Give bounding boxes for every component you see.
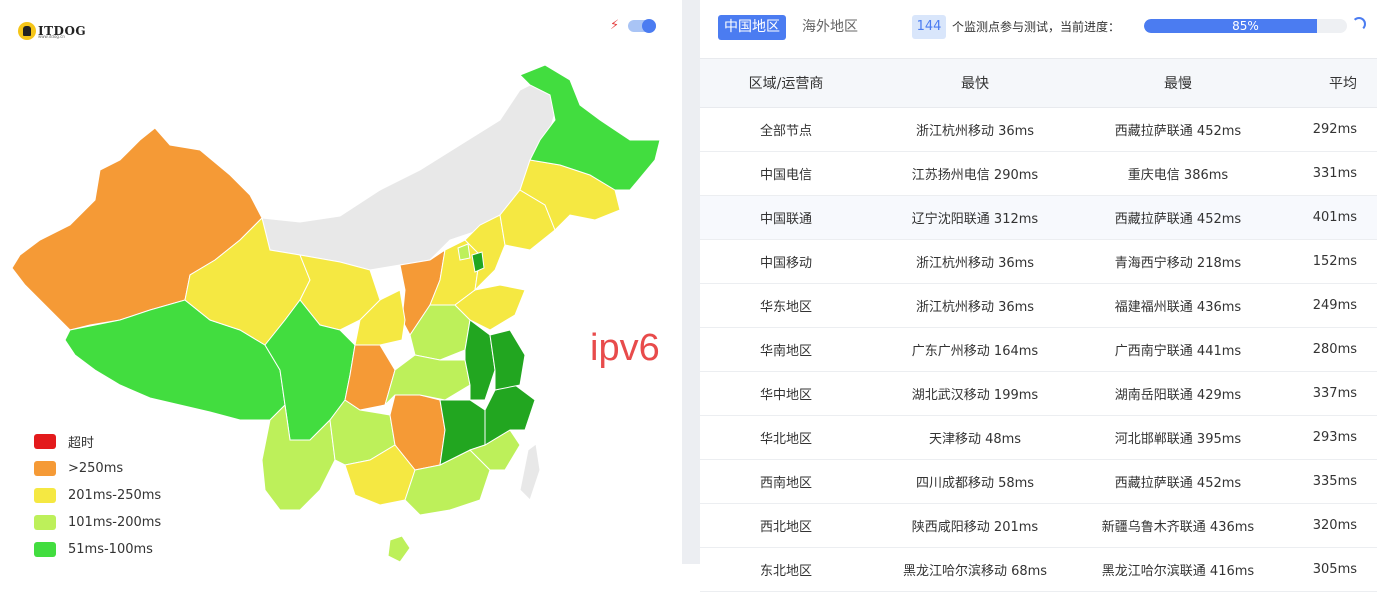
cell-region: 全部节点 — [700, 107, 872, 152]
table-row[interactable]: 西北地区 陕西咸阳移动 201ms 新疆乌鲁木齐联通 436ms 320ms — [700, 503, 1377, 548]
legend-label: >250ms — [68, 461, 124, 476]
cell-average: 152ms — [1278, 239, 1377, 284]
loading-spinner-icon — [1352, 17, 1366, 31]
tab-china[interactable]: 中国地区 — [718, 15, 786, 40]
cell-slowest: 西藏拉萨联通 452ms — [1078, 195, 1278, 240]
table-row[interactable]: 中国移动 浙江杭州移动 36ms 青海西宁移动 218ms 152ms — [700, 239, 1377, 284]
table-row[interactable]: 东北地区 黑龙江哈尔滨移动 68ms 黑龙江哈尔滨联通 416ms 305ms — [700, 547, 1377, 592]
cell-average: 293ms — [1278, 415, 1377, 460]
legend-swatch — [34, 434, 56, 449]
result-table: 区域/运营商 最快 最慢 平均 全部节点 浙江杭州移动 36ms 西藏拉萨联通 45… — [700, 58, 1377, 592]
table-row[interactable]: 中国联通 辽宁沈阳联通 312ms 西藏拉萨联通 452ms 401ms — [700, 195, 1377, 240]
map-region-anhui[interactable] — [464, 319, 496, 401]
cell-fastest: 浙江杭州移动 36ms — [872, 283, 1078, 328]
dog-logo-icon — [18, 22, 36, 40]
cell-slowest: 湖南岳阳联通 429ms — [1078, 371, 1278, 416]
cell-region: 中国电信 — [700, 151, 872, 196]
cell-region: 华东地区 — [700, 283, 872, 328]
cell-region: 西南地区 — [700, 459, 872, 504]
cell-average: 292ms — [1278, 107, 1377, 152]
cell-fastest: 黑龙江哈尔滨移动 68ms — [872, 547, 1078, 592]
map-region-taiwan[interactable] — [519, 443, 541, 501]
legend-swatch — [34, 515, 56, 530]
cell-region: 中国移动 — [700, 239, 872, 284]
table-row[interactable]: 中国电信 江苏扬州电信 290ms 重庆电信 386ms 331ms — [700, 151, 1377, 196]
legend-item-101-200: 101ms-200ms — [34, 509, 161, 536]
node-count-badge: 144 — [912, 15, 946, 39]
cell-average: 320ms — [1278, 503, 1377, 548]
cell-slowest: 河北邯郸联通 395ms — [1078, 415, 1278, 460]
cell-region: 华南地区 — [700, 327, 872, 372]
cell-slowest: 黑龙江哈尔滨联通 416ms — [1078, 547, 1278, 592]
legend-item-51-100: 51ms-100ms — [34, 536, 161, 563]
legend-label: 101ms-200ms — [68, 515, 162, 530]
table-row[interactable]: 华东地区 浙江杭州移动 36ms 福建福州联通 436ms 249ms — [700, 283, 1377, 328]
legend-item-201-250: 201ms-250ms — [34, 482, 161, 509]
cell-average: 335ms — [1278, 459, 1377, 504]
progress-description: 个监测点参与测试，当前进度： — [952, 20, 1121, 34]
toggle-knob[interactable] — [642, 19, 656, 33]
cell-slowest: 广西南宁联通 441ms — [1078, 327, 1278, 372]
cell-region: 中国联通 — [700, 195, 872, 240]
cell-slowest: 西藏拉萨联通 452ms — [1078, 459, 1278, 504]
cell-fastest: 陕西咸阳移动 201ms — [872, 503, 1078, 548]
cell-fastest: 江苏扬州电信 290ms — [872, 151, 1078, 196]
cell-average: 305ms — [1278, 547, 1377, 592]
tab-overseas[interactable]: 海外地区 — [796, 15, 864, 40]
cell-region: 西北地区 — [700, 503, 872, 548]
legend-item-timeout: 超时 — [34, 428, 161, 455]
mode-toggle[interactable] — [628, 19, 656, 33]
map-region-jiangsu[interactable] — [489, 329, 526, 391]
cell-fastest: 湖北武汉移动 199ms — [872, 371, 1078, 416]
legend-swatch — [34, 542, 56, 557]
column-header-average[interactable]: 平均 — [1278, 58, 1377, 108]
map-legend: 超时 >250ms 201ms-250ms 101ms-200ms 51ms-1… — [34, 428, 161, 563]
legend-label: 超时 — [68, 436, 95, 451]
cell-fastest: 广东广州移动 164ms — [872, 327, 1078, 372]
table-body: 全部节点 浙江杭州移动 36ms 西藏拉萨联通 452ms 292ms 中国电信 江苏扬州… — [700, 107, 1377, 592]
cell-fastest: 浙江杭州移动 36ms — [872, 239, 1078, 284]
cell-slowest: 福建福州联通 436ms — [1078, 283, 1278, 328]
legend-label: 201ms-250ms — [68, 488, 162, 503]
panel-divider — [682, 0, 700, 564]
lightning-icon: ⚡ — [610, 18, 620, 33]
progress-bar: 85% — [1144, 19, 1347, 33]
cell-average: 249ms — [1278, 283, 1377, 328]
cell-region: 华北地区 — [700, 415, 872, 460]
cell-slowest: 西藏拉萨联通 452ms — [1078, 107, 1278, 152]
cell-fastest: 浙江杭州移动 36ms — [872, 107, 1078, 152]
map-panel: ITDOG www.itdog.cn ⚡ ipv6 超时 >250ms 201m… — [0, 0, 682, 564]
logo-url: www.itdog.cn — [38, 34, 65, 39]
cell-fastest: 天津移动 48ms — [872, 415, 1078, 460]
progress-label: 85% — [1232, 19, 1259, 33]
cell-slowest: 重庆电信 386ms — [1078, 151, 1278, 196]
cell-average: 337ms — [1278, 371, 1377, 416]
table-row[interactable]: 华南地区 广东广州移动 164ms 广西南宁联通 441ms 280ms — [700, 327, 1377, 372]
cell-region: 华中地区 — [700, 371, 872, 416]
table-header-row: 区域/运营商 最快 最慢 平均 — [700, 58, 1377, 108]
legend-item-over-250: >250ms — [34, 455, 161, 482]
cell-average: 331ms — [1278, 151, 1377, 196]
cell-slowest: 青海西宁移动 218ms — [1078, 239, 1278, 284]
cell-fastest: 辽宁沈阳联通 312ms — [872, 195, 1078, 240]
cell-region: 东北地区 — [700, 547, 872, 592]
column-header-region[interactable]: 区域/运营商 — [700, 58, 872, 108]
region-tabs: 中国地区 海外地区 — [718, 15, 874, 40]
column-header-fastest[interactable]: 最快 — [872, 58, 1078, 108]
table-row[interactable]: 华中地区 湖北武汉移动 199ms 湖南岳阳联通 429ms 337ms — [700, 371, 1377, 416]
legend-swatch — [34, 461, 56, 476]
cell-fastest: 四川成都移动 58ms — [872, 459, 1078, 504]
cell-slowest: 新疆乌鲁木齐联通 436ms — [1078, 503, 1278, 548]
cell-average: 401ms — [1278, 195, 1377, 240]
legend-label: 51ms-100ms — [68, 542, 153, 557]
cell-average: 280ms — [1278, 327, 1377, 372]
results-panel: 中国地区 海外地区 144 个监测点参与测试，当前进度： 85% 区域/运营商 … — [700, 0, 1377, 592]
table-row[interactable]: 全部节点 浙江杭州移动 36ms 西藏拉萨联通 452ms 292ms — [700, 107, 1377, 152]
table-row[interactable]: 华北地区 天津移动 48ms 河北邯郸联通 395ms 293ms — [700, 415, 1377, 460]
legend-swatch — [34, 488, 56, 503]
table-row[interactable]: 西南地区 四川成都移动 58ms 西藏拉萨联通 452ms 335ms — [700, 459, 1377, 504]
ipv6-overlay-label: ipv6 — [590, 327, 660, 369]
map-region-hainan[interactable] — [387, 535, 411, 563]
column-header-slowest[interactable]: 最慢 — [1078, 58, 1278, 108]
